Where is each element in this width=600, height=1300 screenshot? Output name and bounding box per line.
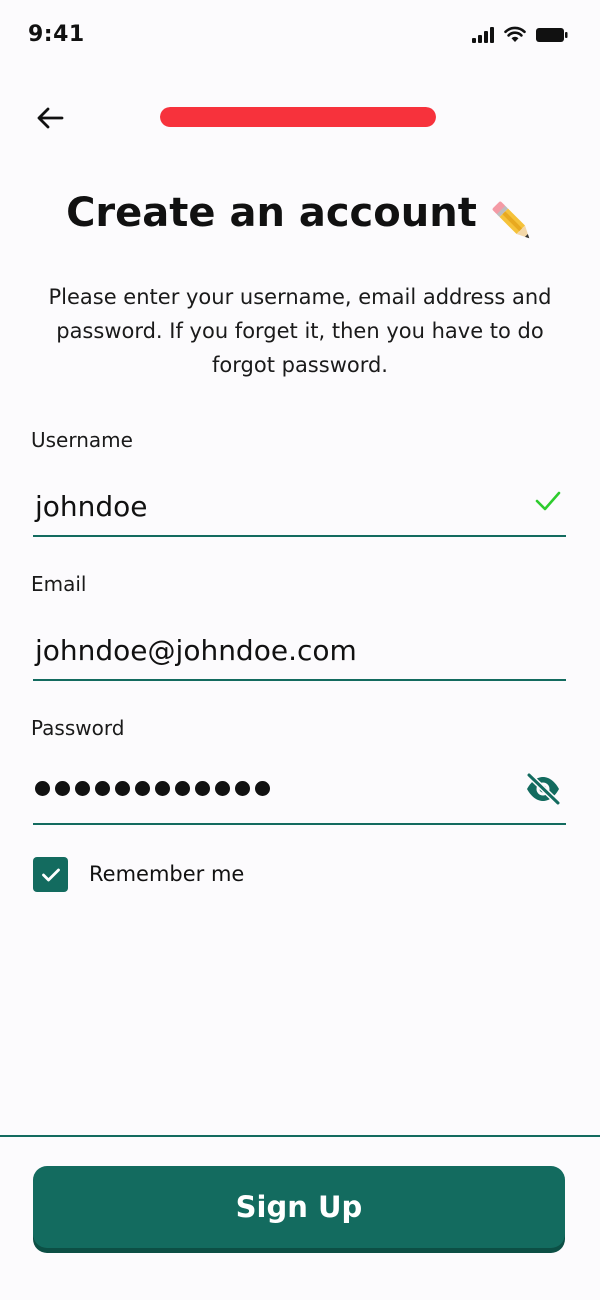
password-dot (155, 780, 170, 796)
status-time: 9:41 (28, 22, 85, 47)
password-field[interactable] (33, 768, 566, 825)
signup-screen: 9:41 Create an account Please enter your… (0, 0, 600, 1300)
remember-me-checkbox[interactable] (33, 857, 68, 892)
password-mask (33, 768, 566, 808)
title-row: Create an account (0, 190, 600, 244)
footer-divider (0, 1135, 600, 1137)
password-dot (35, 780, 50, 796)
progress-fill (160, 107, 436, 127)
pencil-icon (492, 201, 530, 238)
password-dot (235, 780, 250, 796)
remember-me-label[interactable]: Remember me (89, 862, 244, 886)
signal-icon (472, 26, 494, 43)
password-dot (75, 780, 90, 796)
checkmark-icon (535, 491, 561, 511)
email-value: johndoe@johndoe.com (35, 634, 357, 667)
password-dot (215, 780, 230, 796)
status-bar: 9:41 (0, 0, 600, 70)
password-dot (55, 780, 70, 796)
page-title: Create an account (66, 190, 477, 236)
password-dot (95, 780, 110, 796)
checkbox-check-icon (41, 868, 60, 881)
email-field[interactable]: johndoe@johndoe.com (33, 634, 566, 681)
username-value: johndoe (35, 490, 148, 523)
password-dot (115, 780, 130, 796)
email-label: Email (31, 572, 87, 596)
password-dot (135, 780, 150, 796)
wifi-icon (504, 26, 526, 42)
password-dot (175, 780, 190, 796)
password-label: Password (31, 716, 125, 740)
username-label: Username (31, 428, 133, 452)
progress-bar (160, 107, 436, 127)
back-button[interactable] (30, 98, 70, 138)
password-dot (255, 780, 270, 796)
password-dot (195, 780, 210, 796)
arrow-left-icon (37, 107, 64, 129)
status-icons (472, 26, 568, 43)
battery-icon (536, 27, 568, 42)
eye-off-icon[interactable] (524, 772, 562, 806)
sign-up-button[interactable]: Sign Up (33, 1166, 565, 1248)
username-field[interactable]: johndoe (33, 490, 566, 537)
page-subtitle: Please enter your username, email addres… (48, 285, 552, 377)
